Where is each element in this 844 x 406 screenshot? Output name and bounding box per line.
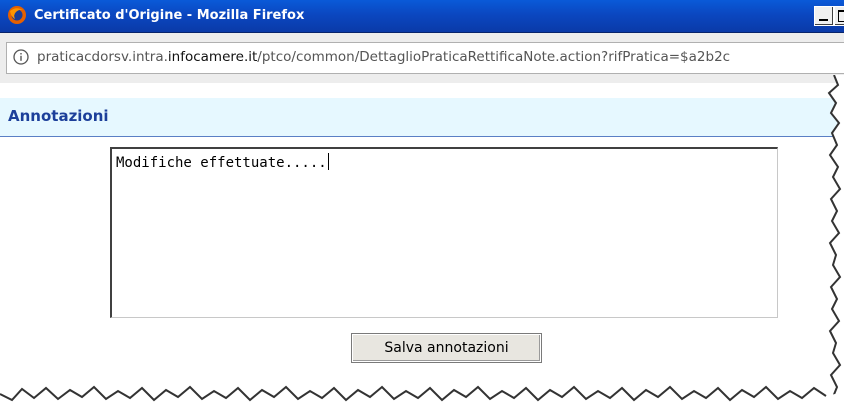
notes-text: Modifiche effettuate.....: [116, 153, 329, 171]
firefox-icon: [8, 6, 26, 24]
url-domain: infocamere.it: [167, 49, 258, 65]
section-header: Annotazioni: [0, 98, 844, 137]
section-title: Annotazioni: [8, 107, 109, 125]
url-bar: praticacdorsv.intra.infocamere.it/ptco/c…: [0, 33, 844, 83]
maximize-button[interactable]: [834, 6, 844, 26]
text-caret: [327, 153, 329, 170]
notes-value: Modifiche effettuate.....: [116, 155, 327, 171]
info-icon[interactable]: [13, 49, 29, 65]
minimize-button[interactable]: [814, 6, 834, 26]
title-bar[interactable]: Certificato d'Origine - Mozilla Firefox: [0, 0, 844, 33]
url-path: /ptco/common/DettaglioPraticaRettificaNo…: [257, 49, 731, 65]
url-prefix: praticacdorsv.intra.: [37, 49, 168, 65]
address-field[interactable]: praticacdorsv.intra.infocamere.it/ptco/c…: [6, 42, 844, 74]
notes-textarea[interactable]: Modifiche effettuate.....: [110, 147, 778, 318]
page-content: Annotazioni Modifiche effettuate..... Sa…: [0, 84, 844, 406]
minimize-icon: [819, 19, 828, 21]
url-text: praticacdorsv.intra.infocamere.it/ptco/c…: [37, 49, 730, 65]
browser-window: Certificato d'Origine - Mozilla Firefox …: [0, 0, 844, 406]
maximize-icon: [838, 10, 844, 22]
window-title: Certificato d'Origine - Mozilla Firefox: [34, 8, 305, 23]
save-notes-button[interactable]: Salva annotazioni: [351, 333, 542, 363]
